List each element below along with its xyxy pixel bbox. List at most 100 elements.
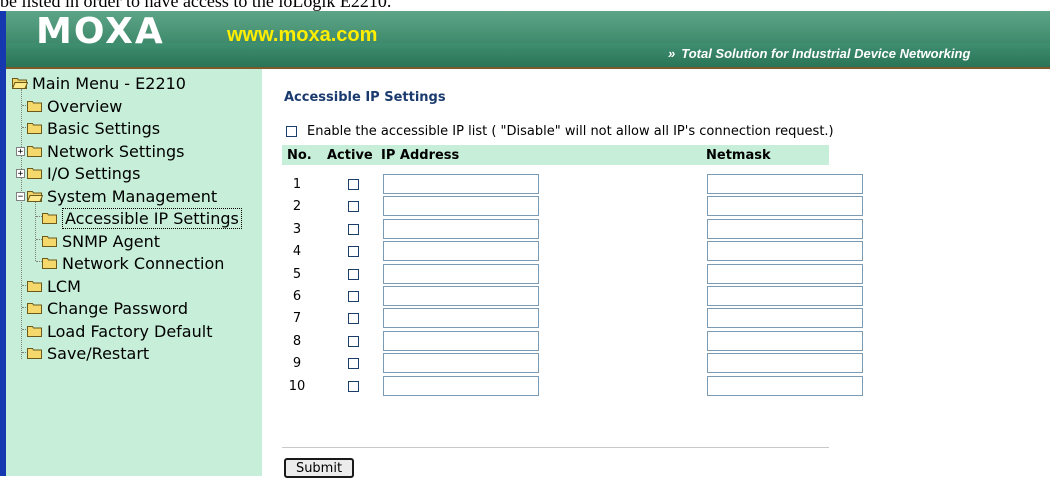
row-number: 5 [292, 267, 302, 282]
ip-address-input[interactable] [383, 331, 539, 351]
sidebar-item-label: Load Factory Default [47, 321, 213, 341]
sidebar-item-label: Save/Restart [47, 343, 150, 363]
tree-root-label: Main Menu - E2210 [32, 73, 186, 93]
enable-accessible-ip-row: Enable the accessible IP list ( "Disable… [286, 124, 834, 139]
column-header-no: No. [287, 148, 312, 163]
row-number: 9 [292, 356, 302, 371]
folder-icon [42, 212, 58, 224]
expand-plus-icon[interactable]: + [16, 168, 25, 178]
sidebar-item-label: Accessible IP Settings [62, 207, 242, 229]
moxa-logo: MOXA [36, 11, 165, 52]
netmask-input[interactable] [707, 174, 863, 194]
row-number: 10 [288, 379, 306, 394]
folder-icon [27, 302, 43, 314]
netmask-input[interactable] [707, 196, 863, 216]
tree-root[interactable]: Main Menu - E2210 [12, 73, 186, 93]
sidebar-item-snmp-agent[interactable]: SNMP Agent [42, 231, 160, 251]
tree-connector [21, 89, 22, 359]
form-divider [282, 447, 829, 448]
netmask-input[interactable] [707, 219, 863, 239]
row-number: 8 [292, 334, 302, 349]
sidebar-item-label: I/O Settings [47, 163, 141, 183]
netmask-input[interactable] [707, 308, 863, 328]
sidebar-item-overview[interactable]: Overview [27, 96, 122, 116]
sidebar-item-label: Basic Settings [47, 118, 161, 138]
ip-address-input[interactable] [383, 264, 539, 284]
open-folder-icon [27, 190, 43, 202]
tree-connector [35, 201, 36, 261]
sidebar-item-network-settings[interactable]: + Network Settings [16, 141, 185, 161]
netmask-input[interactable] [707, 264, 863, 284]
submit-button[interactable]: Submit [284, 458, 354, 478]
sidebar-item-label: System Management [47, 186, 218, 206]
sidebar-menu: Main Menu - E2210 Overview Basic Setting… [6, 69, 262, 476]
ip-address-input[interactable] [383, 286, 539, 306]
double-chevron-icon: » [668, 46, 676, 61]
row-active-checkbox[interactable] [348, 201, 359, 212]
netmask-input[interactable] [707, 376, 863, 396]
row-active-checkbox[interactable] [348, 179, 359, 190]
ip-address-input[interactable] [383, 308, 539, 328]
netmask-input[interactable] [707, 353, 863, 373]
sidebar-item-label: Change Password [47, 298, 189, 318]
folder-icon [27, 167, 43, 179]
row-number: 4 [292, 244, 302, 259]
enable-accessible-ip-label: Enable the accessible IP list ( "Disable… [307, 124, 834, 139]
row-number: 1 [292, 177, 302, 192]
row-active-checkbox[interactable] [348, 269, 359, 280]
sidebar-item-label: Network Settings [47, 141, 185, 161]
ip-address-input[interactable] [383, 241, 539, 261]
sidebar-item-change-password[interactable]: Change Password [27, 298, 188, 318]
header-tagline: » Total Solution for Industrial Device Ne… [668, 46, 970, 61]
ip-address-input[interactable] [383, 219, 539, 239]
row-active-checkbox[interactable] [348, 313, 359, 324]
column-header-netmask: Netmask [706, 148, 771, 163]
ip-address-input[interactable] [383, 376, 539, 396]
sidebar-item-label: Network Connection [62, 253, 225, 273]
ip-address-input[interactable] [383, 174, 539, 194]
sidebar-item-accessible-ip-settings[interactable]: Accessible IP Settings [42, 207, 242, 229]
folder-icon [27, 122, 43, 134]
row-active-checkbox[interactable] [348, 381, 359, 392]
ip-address-input[interactable] [383, 196, 539, 216]
collapse-minus-icon[interactable]: − [16, 191, 25, 201]
netmask-input[interactable] [707, 241, 863, 261]
netmask-input[interactable] [707, 331, 863, 351]
sidebar-item-label: Overview [47, 96, 123, 116]
sidebar-item-io-settings[interactable]: + I/O Settings [16, 163, 140, 183]
column-header-ip-address: IP Address [381, 148, 460, 163]
row-number: 6 [292, 289, 302, 304]
row-active-checkbox[interactable] [348, 358, 359, 369]
expand-plus-icon[interactable]: + [16, 146, 25, 156]
header-url[interactable]: www.moxa.com [227, 24, 377, 47]
row-active-checkbox[interactable] [348, 336, 359, 347]
enable-accessible-ip-checkbox[interactable] [286, 126, 297, 137]
folder-icon [27, 347, 43, 359]
folder-icon [27, 325, 43, 337]
sidebar-item-lcm[interactable]: LCM [27, 276, 81, 296]
netmask-input[interactable] [707, 286, 863, 306]
row-active-checkbox[interactable] [348, 224, 359, 235]
sidebar-item-label: LCM [47, 276, 81, 296]
tagline-text: Total Solution for Industrial Device Net… [681, 46, 971, 61]
sidebar-item-save-restart[interactable]: Save/Restart [27, 343, 149, 363]
sidebar-item-load-factory-default[interactable]: Load Factory Default [27, 321, 212, 341]
folder-icon [42, 257, 58, 269]
open-folder-icon [12, 77, 28, 89]
row-active-checkbox[interactable] [348, 291, 359, 302]
sidebar-item-basic-settings[interactable]: Basic Settings [27, 118, 160, 138]
row-active-checkbox[interactable] [348, 246, 359, 257]
sidebar-item-label: SNMP Agent [62, 231, 161, 251]
folder-icon [27, 100, 43, 112]
folder-icon [27, 145, 43, 157]
sidebar-item-network-connection[interactable]: Network Connection [42, 253, 224, 273]
folder-icon [27, 280, 43, 292]
row-number: 2 [292, 199, 302, 214]
folder-icon [42, 235, 58, 247]
page-title: Accessible IP Settings [284, 90, 446, 105]
row-number: 3 [292, 222, 302, 237]
column-header-active: Active [327, 148, 373, 163]
row-number: 7 [292, 311, 302, 326]
sidebar-item-system-management[interactable]: − System Management [16, 186, 217, 206]
ip-address-input[interactable] [383, 353, 539, 373]
